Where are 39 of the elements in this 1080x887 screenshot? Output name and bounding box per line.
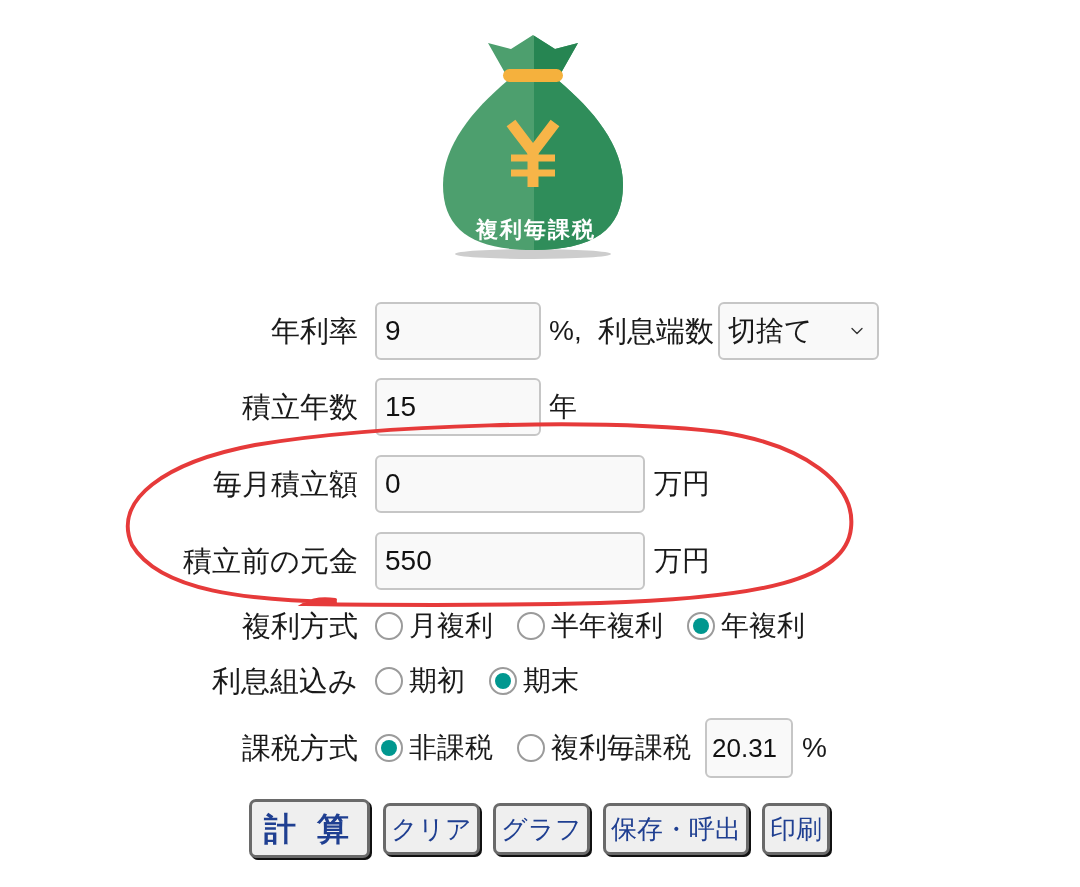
radio-button[interactable]	[375, 734, 403, 762]
radio-label[interactable]: 期末	[523, 667, 579, 695]
field-label: 利息端数	[597, 316, 714, 346]
action-button[interactable]: グラフ	[492, 802, 590, 855]
field-label: 利息組込み	[212, 666, 358, 696]
action-button[interactable]: 保存・呼出	[602, 802, 749, 855]
radio-button[interactable]	[489, 667, 517, 695]
logo-caption: 複利毎課税	[476, 219, 596, 241]
tax-rate-input[interactable]: 20.31	[705, 718, 793, 778]
monthly-amount-input[interactable]: 0	[375, 455, 645, 513]
field-label: 複利方式	[242, 611, 358, 641]
rounding-select[interactable]: 切捨て	[717, 302, 879, 360]
field-label: 年利率	[271, 316, 358, 346]
principal-input[interactable]: 550	[375, 532, 645, 590]
field-label: 積立年数	[242, 392, 358, 422]
radio-label[interactable]: 非課税	[409, 734, 493, 762]
radio-label[interactable]: 期初	[409, 667, 465, 695]
action-button[interactable]: 印刷	[761, 802, 830, 855]
unit-label: 万円	[654, 470, 710, 498]
radio-button[interactable]	[517, 612, 545, 640]
radio-label[interactable]: 年複利	[721, 612, 805, 640]
radio-button[interactable]	[375, 612, 403, 640]
radio-label[interactable]: 半年複利	[551, 612, 663, 640]
radio-button[interactable]	[517, 734, 545, 762]
radio-label[interactable]: 複利毎課税	[551, 734, 691, 762]
action-button[interactable]: クリア	[382, 802, 480, 855]
radio-label[interactable]: 月複利	[409, 612, 493, 640]
unit-label: %	[802, 734, 827, 762]
unit-label: %,	[549, 317, 582, 345]
years-input[interactable]: 15	[375, 378, 541, 436]
field-label: 毎月積立額	[213, 469, 358, 499]
rate-input[interactable]: 9	[375, 302, 541, 360]
unit-label: 万円	[654, 547, 710, 575]
unit-label: 年	[549, 393, 577, 421]
field-label: 課税方式	[242, 733, 358, 763]
radio-button[interactable]	[375, 667, 403, 695]
field-label: 積立前の元金	[183, 546, 358, 576]
action-button[interactable]: 計 算	[249, 799, 370, 858]
radio-button[interactable]	[687, 612, 715, 640]
